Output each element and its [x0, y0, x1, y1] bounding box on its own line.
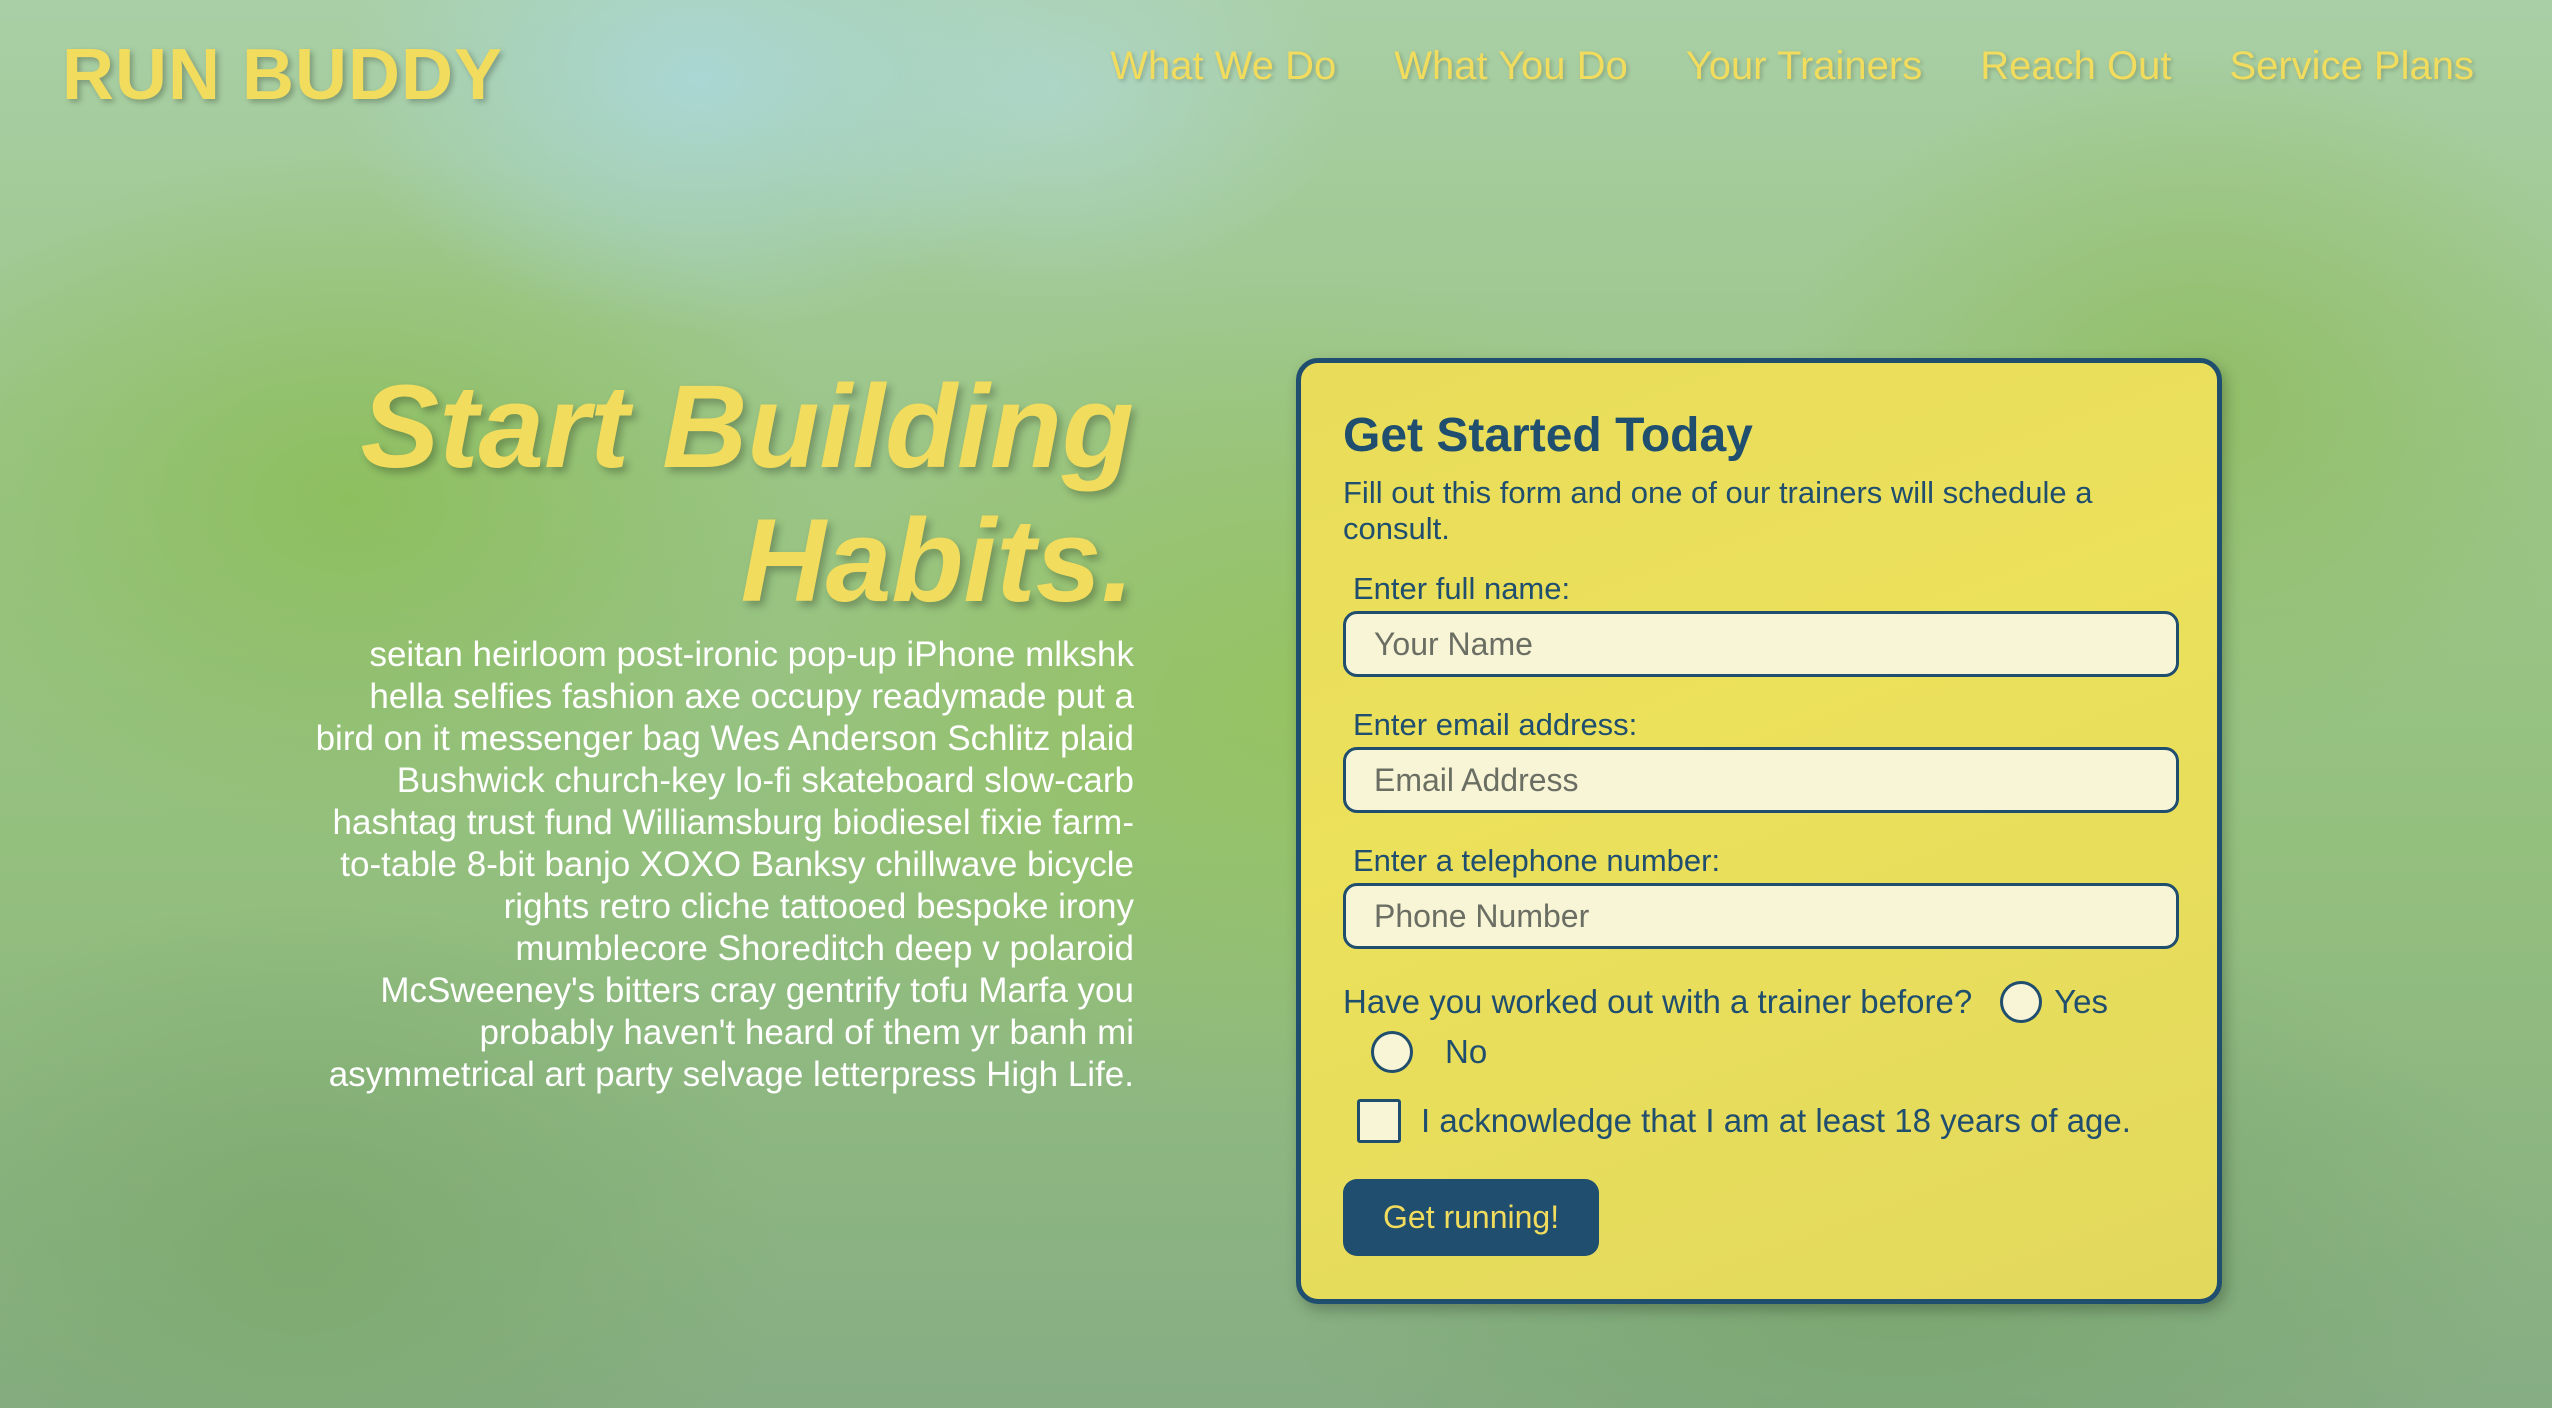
nav-link-what-you-do[interactable]: What You Do — [1394, 44, 1628, 89]
form-intro: Fill out this form and one of our traine… — [1343, 475, 2093, 546]
main-nav: What We Do What You Do Your Trainers Rea… — [1110, 44, 2474, 89]
name-input[interactable] — [1343, 611, 2179, 677]
get-running-button[interactable]: Get running! — [1343, 1179, 1600, 1256]
phone-label: Enter a telephone number: — [1353, 843, 1721, 878]
radio-yes-label: Yes — [2054, 983, 2109, 1020]
brand-logo[interactable]: RUN BUDDY — [62, 34, 503, 116]
age-checkbox[interactable] — [1357, 1099, 1401, 1143]
signup-form-card: Get Started Today Fill out this form and… — [1296, 358, 2222, 1304]
hero-heading: Start Building Habits. — [310, 360, 1134, 628]
hero-heading-line2: Habits. — [740, 495, 1134, 627]
trainer-question-label: Have you worked out with a trainer befor… — [1343, 983, 1973, 1020]
trainer-question-row: Have you worked out with a trainer befor… — [1343, 977, 2173, 1077]
nav-link-your-trainers[interactable]: Your Trainers — [1686, 44, 1922, 89]
email-label: Enter email address: — [1353, 707, 1638, 742]
nav-link-reach-out[interactable]: Reach Out — [1980, 44, 2171, 89]
form-title: Get Started Today — [1343, 409, 1753, 462]
hero-heading-line1: Start Building — [360, 361, 1134, 493]
age-acknowledge-label: I acknowledge that I am at least 18 year… — [1421, 1102, 2131, 1139]
radio-no[interactable] — [1371, 1031, 1413, 1073]
nav-link-what-we-do[interactable]: What We Do — [1110, 44, 1336, 89]
radio-no-label: No — [1445, 1033, 1488, 1070]
age-acknowledge-row: I acknowledge that I am at least 18 year… — [1357, 1099, 2173, 1143]
email-input[interactable] — [1343, 747, 2179, 813]
hero-body-text: seitan heirloom post-ironic pop-up iPhon… — [315, 635, 1134, 1094]
nav-link-service-plans[interactable]: Service Plans — [2229, 44, 2474, 89]
phone-input[interactable] — [1343, 883, 2179, 949]
radio-yes[interactable] — [2000, 981, 2043, 1023]
name-label: Enter full name: — [1353, 571, 1571, 606]
hero-section: Start Building Habits. seitan heirloom p… — [310, 360, 1134, 1096]
